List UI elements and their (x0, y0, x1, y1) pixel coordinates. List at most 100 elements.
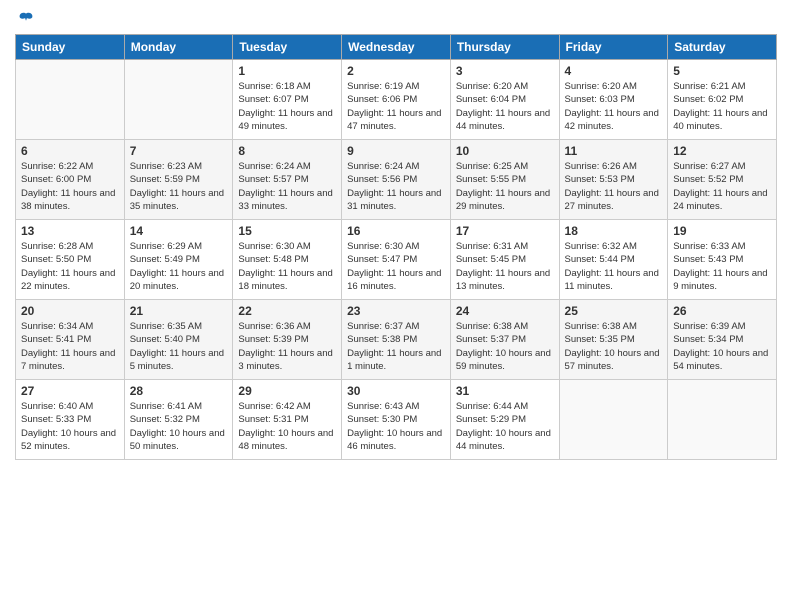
day-info: Sunrise: 6:29 AM Sunset: 5:49 PM Dayligh… (130, 240, 228, 293)
day-info: Sunrise: 6:42 AM Sunset: 5:31 PM Dayligh… (238, 400, 336, 453)
day-info: Sunrise: 6:23 AM Sunset: 5:59 PM Dayligh… (130, 160, 228, 213)
day-info: Sunrise: 6:19 AM Sunset: 6:06 PM Dayligh… (347, 80, 445, 133)
calendar-week-row: 1 Sunrise: 6:18 AM Sunset: 6:07 PM Daylig… (16, 60, 777, 140)
day-number: 28 (130, 384, 228, 398)
column-header-wednesday: Wednesday (342, 35, 451, 60)
day-number: 23 (347, 304, 445, 318)
day-info: Sunrise: 6:38 AM Sunset: 5:37 PM Dayligh… (456, 320, 554, 373)
calendar-day-9: 9 Sunrise: 6:24 AM Sunset: 5:56 PM Daylig… (342, 140, 451, 220)
day-info: Sunrise: 6:25 AM Sunset: 5:55 PM Dayligh… (456, 160, 554, 213)
calendar-day-18: 18Sunrise: 6:32 AM Sunset: 5:44 PM Dayli… (559, 220, 668, 300)
calendar-day-22: 22 Sunrise: 6:36 AM Sunset: 5:39 PM Dayli… (233, 300, 342, 380)
day-number: 17 (456, 224, 554, 238)
day-number: 10 (456, 144, 554, 158)
day-number: 29 (238, 384, 336, 398)
day-info: Sunrise: 6:44 AM Sunset: 5:29 PM Dayligh… (456, 400, 554, 453)
calendar-day-2: 2 Sunrise: 6:19 AM Sunset: 6:06 PM Daylig… (342, 60, 451, 140)
day-number: 16 (347, 224, 445, 238)
calendar-day-16: 16 Sunrise: 6:30 AM Sunset: 5:47 PM Dayli… (342, 220, 451, 300)
column-header-tuesday: Tuesday (233, 35, 342, 60)
calendar-day-4: 4 Sunrise: 6:20 AM Sunset: 6:03 PM Daylig… (559, 60, 668, 140)
calendar-table: SundayMondayTuesdayWednesdayThursdayFrid… (15, 34, 777, 460)
day-info: Sunrise: 6:31 AM Sunset: 5:45 PM Dayligh… (456, 240, 554, 293)
day-number: 12 (673, 144, 771, 158)
calendar-day-26: 26Sunrise: 6:39 AM Sunset: 5:34 PM Dayli… (668, 300, 777, 380)
column-header-saturday: Saturday (668, 35, 777, 60)
day-number: 21 (130, 304, 228, 318)
day-info: Sunrise: 6:41 AM Sunset: 5:32 PM Dayligh… (130, 400, 228, 453)
day-number: 3 (456, 64, 554, 78)
day-number: 9 (347, 144, 445, 158)
day-number: 4 (565, 64, 663, 78)
day-number: 20 (21, 304, 119, 318)
calendar-day-12: 12 Sunrise: 6:27 AM Sunset: 5:52 PM Dayli… (668, 140, 777, 220)
calendar-day-19: 19 Sunrise: 6:33 AM Sunset: 5:43 PM Dayli… (668, 220, 777, 300)
day-number: 11 (565, 144, 663, 158)
calendar-day-20: 20 Sunrise: 6:34 AM Sunset: 5:41 PM Dayli… (16, 300, 125, 380)
day-info: Sunrise: 6:33 AM Sunset: 5:43 PM Dayligh… (673, 240, 771, 293)
day-info: Sunrise: 6:22 AM Sunset: 6:00 PM Dayligh… (21, 160, 119, 213)
calendar-day-1: 1 Sunrise: 6:18 AM Sunset: 6:07 PM Daylig… (233, 60, 342, 140)
calendar-day-17: 17 Sunrise: 6:31 AM Sunset: 5:45 PM Dayli… (450, 220, 559, 300)
day-number: 14 (130, 224, 228, 238)
calendar-day-14: 14 Sunrise: 6:29 AM Sunset: 5:49 PM Dayli… (124, 220, 233, 300)
day-number: 1 (238, 64, 336, 78)
calendar-day-24: 24 Sunrise: 6:38 AM Sunset: 5:37 PM Dayli… (450, 300, 559, 380)
day-info: Sunrise: 6:18 AM Sunset: 6:07 PM Dayligh… (238, 80, 336, 133)
day-info: Sunrise: 6:34 AM Sunset: 5:41 PM Dayligh… (21, 320, 119, 373)
day-info: Sunrise: 6:43 AM Sunset: 5:30 PM Dayligh… (347, 400, 445, 453)
page: SundayMondayTuesdayWednesdayThursdayFrid… (0, 0, 792, 612)
day-number: 2 (347, 64, 445, 78)
calendar-day-23: 23 Sunrise: 6:37 AM Sunset: 5:38 PM Dayli… (342, 300, 451, 380)
calendar-day-10: 10 Sunrise: 6:25 AM Sunset: 5:55 PM Dayli… (450, 140, 559, 220)
calendar-day-25: 25 Sunrise: 6:38 AM Sunset: 5:35 PM Dayli… (559, 300, 668, 380)
day-info: Sunrise: 6:20 AM Sunset: 6:04 PM Dayligh… (456, 80, 554, 133)
day-number: 19 (673, 224, 771, 238)
day-number: 22 (238, 304, 336, 318)
day-info: Sunrise: 6:24 AM Sunset: 5:56 PM Dayligh… (347, 160, 445, 213)
calendar-day-11: 11 Sunrise: 6:26 AM Sunset: 5:53 PM Dayli… (559, 140, 668, 220)
day-number: 8 (238, 144, 336, 158)
day-number: 7 (130, 144, 228, 158)
day-info: Sunrise: 6:27 AM Sunset: 5:52 PM Dayligh… (673, 160, 771, 213)
calendar-day-8: 8Sunrise: 6:24 AM Sunset: 5:57 PM Daylig… (233, 140, 342, 220)
day-number: 24 (456, 304, 554, 318)
day-info: Sunrise: 6:37 AM Sunset: 5:38 PM Dayligh… (347, 320, 445, 373)
day-info: Sunrise: 6:35 AM Sunset: 5:40 PM Dayligh… (130, 320, 228, 373)
calendar-empty-cell (16, 60, 125, 140)
calendar-day-3: 3 Sunrise: 6:20 AM Sunset: 6:04 PM Daylig… (450, 60, 559, 140)
day-number: 30 (347, 384, 445, 398)
calendar-day-15: 15Sunrise: 6:30 AM Sunset: 5:48 PM Dayli… (233, 220, 342, 300)
calendar-day-13: 13 Sunrise: 6:28 AM Sunset: 5:50 PM Dayli… (16, 220, 125, 300)
day-number: 5 (673, 64, 771, 78)
day-info: Sunrise: 6:39 AM Sunset: 5:34 PM Dayligh… (673, 320, 771, 373)
calendar-day-27: 27Sunrise: 6:40 AM Sunset: 5:33 PM Dayli… (16, 380, 125, 460)
day-info: Sunrise: 6:26 AM Sunset: 5:53 PM Dayligh… (565, 160, 663, 213)
calendar-empty-cell (124, 60, 233, 140)
day-number: 27 (21, 384, 119, 398)
calendar-empty-cell (559, 380, 668, 460)
calendar-day-5: 5 Sunrise: 6:21 AM Sunset: 6:02 PM Daylig… (668, 60, 777, 140)
day-info: Sunrise: 6:30 AM Sunset: 5:47 PM Dayligh… (347, 240, 445, 293)
calendar-header-row: SundayMondayTuesdayWednesdayThursdayFrid… (16, 35, 777, 60)
calendar-day-6: 6Sunrise: 6:22 AM Sunset: 6:00 PM Daylig… (16, 140, 125, 220)
column-header-friday: Friday (559, 35, 668, 60)
day-number: 13 (21, 224, 119, 238)
day-number: 25 (565, 304, 663, 318)
calendar-day-28: 28 Sunrise: 6:41 AM Sunset: 5:32 PM Dayli… (124, 380, 233, 460)
calendar-week-row: 6Sunrise: 6:22 AM Sunset: 6:00 PM Daylig… (16, 140, 777, 220)
column-header-monday: Monday (124, 35, 233, 60)
day-info: Sunrise: 6:38 AM Sunset: 5:35 PM Dayligh… (565, 320, 663, 373)
day-info: Sunrise: 6:28 AM Sunset: 5:50 PM Dayligh… (21, 240, 119, 293)
calendar-day-31: 31Sunrise: 6:44 AM Sunset: 5:29 PM Dayli… (450, 380, 559, 460)
day-info: Sunrise: 6:20 AM Sunset: 6:03 PM Dayligh… (565, 80, 663, 133)
day-info: Sunrise: 6:32 AM Sunset: 5:44 PM Dayligh… (565, 240, 663, 293)
calendar-week-row: 20 Sunrise: 6:34 AM Sunset: 5:41 PM Dayli… (16, 300, 777, 380)
column-header-sunday: Sunday (16, 35, 125, 60)
day-info: Sunrise: 6:36 AM Sunset: 5:39 PM Dayligh… (238, 320, 336, 373)
day-number: 15 (238, 224, 336, 238)
logo-bird-icon (17, 10, 35, 28)
calendar-day-29: 29 Sunrise: 6:42 AM Sunset: 5:31 PM Dayli… (233, 380, 342, 460)
day-info: Sunrise: 6:21 AM Sunset: 6:02 PM Dayligh… (673, 80, 771, 133)
logo (15, 10, 35, 26)
